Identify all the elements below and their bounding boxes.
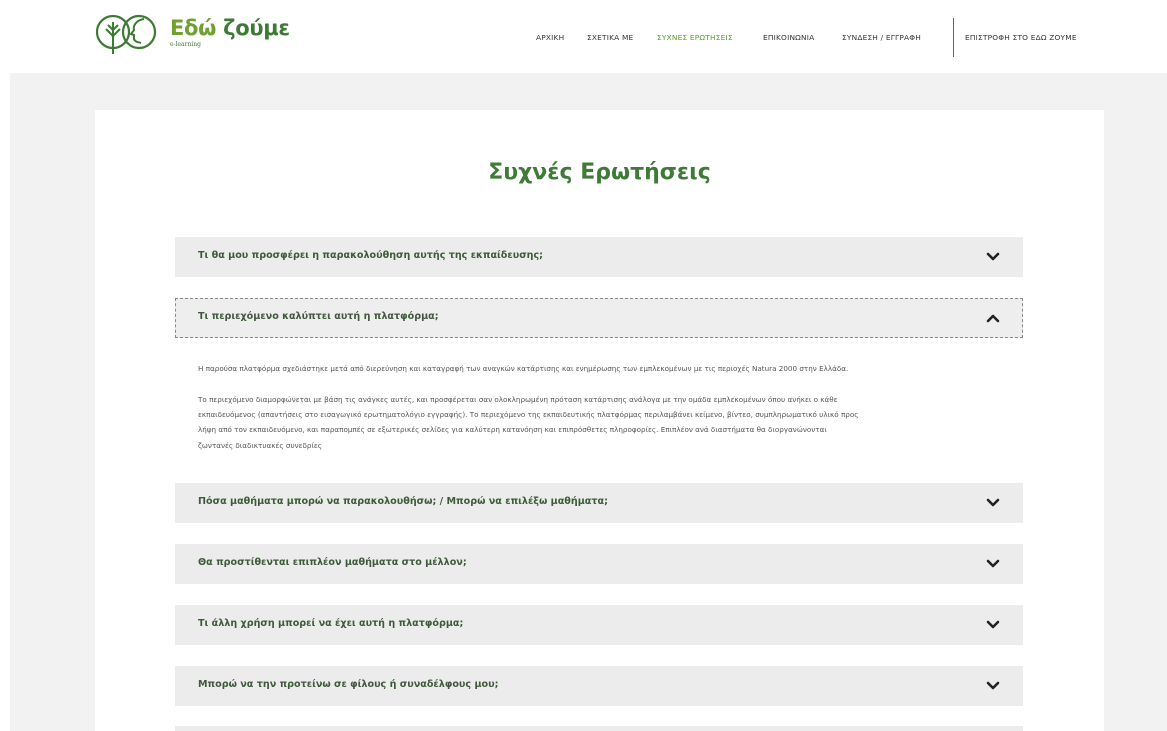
nav-item-faq[interactable]: ΣΥΧΝΕΣ ΕΡΩΤΗΣΕΙΣ: [657, 33, 733, 42]
faq-answer-paragraph: Το περιεχόμενο διαμορφώνεται με βάση τις…: [198, 392, 998, 453]
nav-item-login-register[interactable]: ΣΥΝΔΕΣΗ / ΕΓΓΡΑΦΗ: [842, 33, 921, 42]
faq-question: Πόσα μαθήματα μπορώ να παρακολουθήσω; / …: [198, 496, 608, 507]
logo-subtitle: e-learning: [170, 41, 201, 48]
site-logo[interactable]: Εδώ ζούμε e-learning: [92, 10, 290, 58]
chevron-down-icon: [986, 681, 1000, 690]
logo-name-part1: Εδώ: [170, 16, 217, 40]
faq-question: Μπορώ να την προτείνω σε φίλους ή συναδέ…: [198, 679, 499, 690]
faq-item[interactable]: Θα προστίθενται επιπλέον μαθήματα στο μέ…: [175, 544, 1023, 584]
faq-item[interactable]: Τι άλλη χρήση μπορεί να έχει αυτή η πλατ…: [175, 605, 1023, 645]
logo-name-part2: ζούμε: [223, 16, 290, 40]
chevron-up-icon: [986, 314, 1000, 323]
faq-question: Τι άλλη χρήση μπορεί να έχει αυτή η πλατ…: [198, 618, 464, 629]
faq-item-open[interactable]: Τι περιεχόμενο καλύπτει αυτή η πλατφόρμα…: [175, 298, 1023, 338]
faq-answer-line: Το περιεχόμενο διαμορφώνεται με βάση τις…: [198, 395, 838, 404]
faq-answer-line: εκπαιδευόμενος (απαντήσεις στο εισαγωγικ…: [198, 410, 859, 420]
leaf-face-circles-icon: [95, 14, 157, 54]
faq-question: Θα προστίθενται επιπλέον μαθήματα στο μέ…: [198, 557, 467, 568]
logo-wordmark: Εδώ ζούμε e-learning: [170, 14, 290, 54]
faq-question: Τι θα μου προσφέρει η παρακολούθηση αυτή…: [198, 250, 544, 261]
chevron-down-icon: [986, 498, 1000, 507]
page-title: Συχνές Ερωτήσεις: [488, 160, 711, 185]
chevron-down-icon: [986, 252, 1000, 261]
logo-name: Εδώ ζούμε: [170, 14, 290, 42]
site-header: Εδώ ζούμε e-learning ΑΡΧΙΚΗ ΣΧΕΤΙΚΑ ΜΕ Σ…: [0, 0, 1167, 73]
faq-answer-paragraph: Η παρούσα πλατφόρμα σχεδιάστηκε μετά από…: [198, 364, 849, 373]
nav-item-back-to-main[interactable]: ΕΠΙΣΤΡΟΦΗ ΣΤΟ ΕΔΩ ΖΟΥΜΕ: [965, 33, 1077, 42]
chevron-down-icon: [986, 559, 1000, 568]
nav-item-about[interactable]: ΣΧΕΤΙΚΑ ΜΕ: [587, 33, 633, 42]
faq-item[interactable]: Πόσα μαθήματα μπορώ να παρακολουθήσω; / …: [175, 483, 1023, 523]
nav-item-home[interactable]: ΑΡΧΙΚΗ: [536, 33, 564, 42]
nav-divider: [953, 18, 954, 57]
nav-item-contact[interactable]: ΕΠΙΚΟΙΝΩΝΙΑ: [763, 33, 814, 42]
faq-item[interactable]: Τι θα μου προσφέρει η παρακολούθηση αυτή…: [175, 237, 1023, 277]
faq-answer-line: ζωντανές διαδικτυακές συνεδρίες: [198, 440, 323, 450]
chevron-down-icon: [986, 620, 1000, 629]
faq-answer-line: λήψη από τον εκπαιδευόμενο, και παραπομπ…: [198, 425, 827, 435]
faq-item-partial[interactable]: [175, 726, 1023, 731]
faq-item[interactable]: Μπορώ να την προτείνω σε φίλους ή συναδέ…: [175, 666, 1023, 706]
faq-question: Τι περιεχόμενο καλύπτει αυτή η πλατφόρμα…: [198, 311, 439, 322]
